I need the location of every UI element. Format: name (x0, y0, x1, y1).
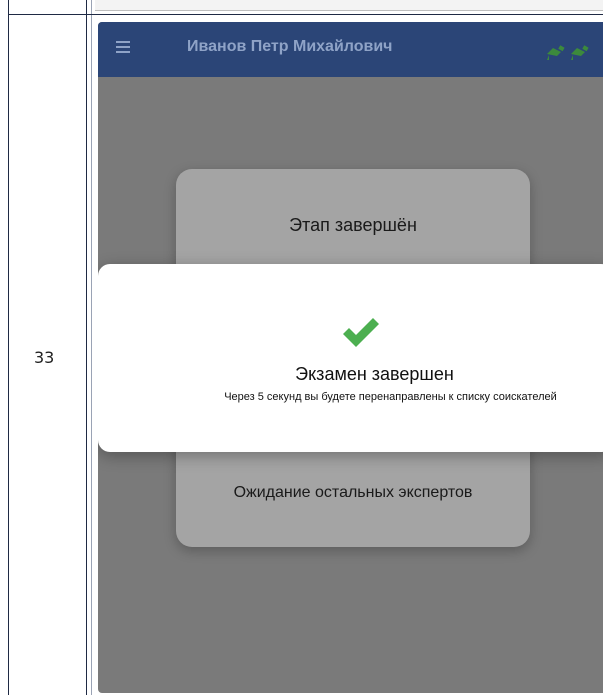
camera-icon (547, 45, 589, 60)
app-bar: Иванов Петр Михайлович (98, 22, 603, 77)
waiting-text: Ожидание остальных экспертов (233, 484, 473, 501)
camera-status-icons (543, 40, 603, 62)
hamburger-menu-icon[interactable] (116, 41, 130, 55)
app-screenshot: Иванов Петр Михайлович Этап завершён Ожи… (98, 22, 603, 693)
exam-complete-modal: Экзамен завершен Через 5 секунд вы будет… (98, 264, 603, 452)
table-column-divider-inner (91, 0, 92, 695)
row-number: 33 (34, 348, 55, 367)
table-row-divider (8, 14, 603, 15)
modal-message: Через 5 секунд вы будете перенаправлены … (224, 391, 557, 403)
document-table: 33 Иванов Петр Михайлович Этап завершён … (0, 0, 603, 695)
previous-row-image-edge (95, 0, 603, 11)
checkmark-icon (343, 318, 379, 347)
app-title: Иванов Петр Михайлович (187, 38, 393, 55)
stage-title: Этап завершён (289, 215, 417, 235)
modal-title: Экзамен завершен (295, 364, 454, 384)
table-border-left (8, 0, 9, 695)
table-column-divider (86, 0, 87, 695)
